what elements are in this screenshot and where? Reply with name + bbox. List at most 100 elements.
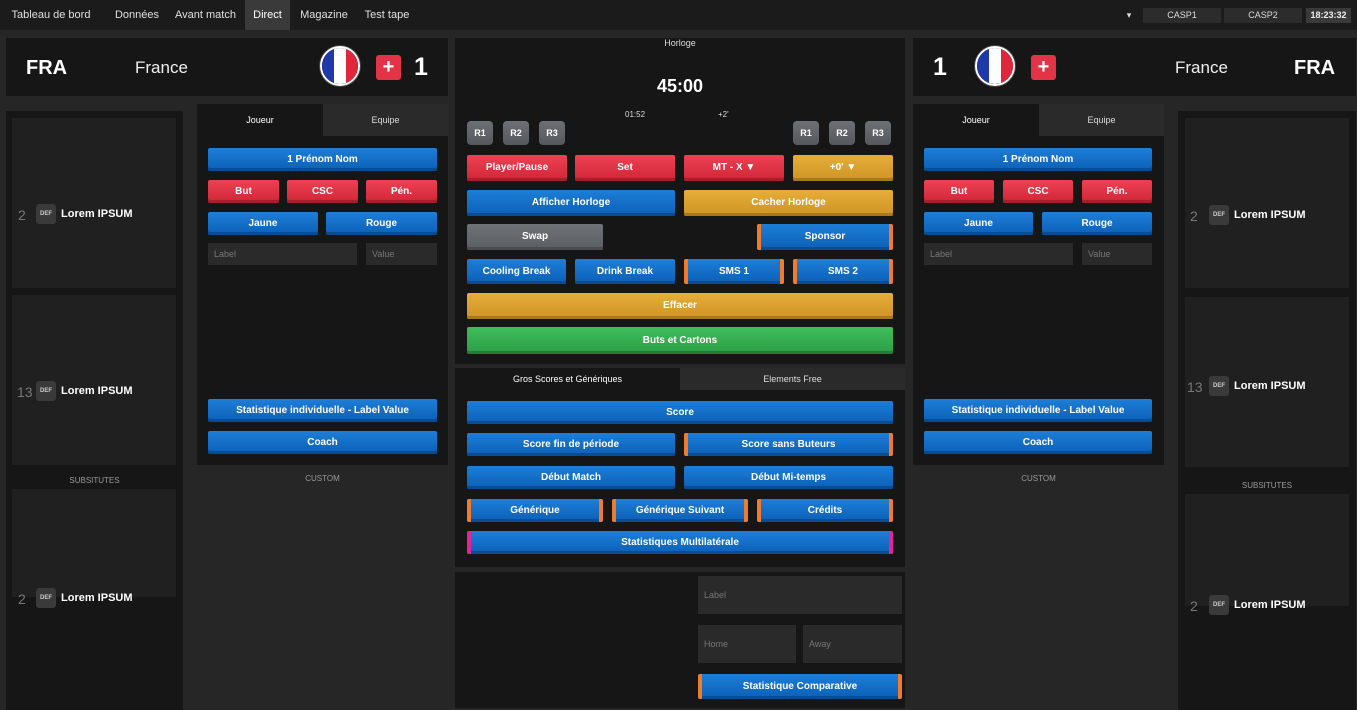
sub-clock: 01:52 bbox=[625, 110, 646, 119]
chevron-down-icon[interactable]: ▾ bbox=[1120, 0, 1138, 30]
tab-donnees[interactable]: Données bbox=[107, 0, 167, 30]
casp1-chip[interactable]: CASP1 bbox=[1143, 8, 1221, 23]
tab-equipe[interactable]: Equipe bbox=[1039, 104, 1164, 136]
away-actions-panel: Joueur Equipe 1 Prénom Nom But CSC Pén. … bbox=[913, 104, 1164, 465]
tab-magazine[interactable]: Magazine bbox=[293, 0, 355, 30]
label-field[interactable] bbox=[208, 243, 357, 265]
individual-stat-button[interactable]: Statistique individuelle - Label Value bbox=[208, 399, 437, 422]
replay-3-button[interactable]: R3 bbox=[539, 121, 565, 145]
penalty-button[interactable]: Pén. bbox=[366, 180, 437, 203]
half-time-dropdown[interactable]: MT - X ▼ bbox=[684, 155, 784, 181]
red-card-button[interactable]: Rouge bbox=[1042, 212, 1152, 235]
position-badge: DEF bbox=[1209, 595, 1229, 615]
replay-1-button[interactable]: R1 bbox=[467, 121, 493, 145]
extra-time-dropdown[interactable]: +0' ▼ bbox=[793, 155, 893, 181]
player-name: Lorem IPSUM bbox=[61, 592, 133, 604]
red-card-button[interactable]: Rouge bbox=[326, 212, 437, 235]
goal-button[interactable]: But bbox=[208, 180, 279, 203]
replay-1-button[interactable]: R1 bbox=[793, 121, 819, 145]
away-value-field[interactable] bbox=[803, 625, 902, 663]
added-time: +2' bbox=[718, 110, 729, 119]
value-field[interactable] bbox=[366, 243, 437, 265]
away-roster: 2 DEF Lorem IPSUM 13 DEF Lorem IPSUM SUB… bbox=[1178, 111, 1356, 710]
replay-2-button[interactable]: R2 bbox=[503, 121, 529, 145]
replay-2-button[interactable]: R2 bbox=[829, 121, 855, 145]
tab-joueur[interactable]: Joueur bbox=[913, 104, 1039, 136]
cooling-break-button[interactable]: Cooling Break bbox=[467, 259, 566, 284]
comparative-stat-button[interactable]: Statistique Comparative bbox=[698, 674, 902, 699]
yellow-card-button[interactable]: Jaune bbox=[924, 212, 1033, 235]
player-select-button[interactable]: 1 Prénom Nom bbox=[924, 148, 1152, 171]
player-card[interactable]: 2 DEF Lorem IPSUM bbox=[12, 489, 176, 608]
home-score-bar: FRA France + 1 bbox=[6, 38, 448, 96]
label-field[interactable] bbox=[924, 243, 1073, 265]
penalty-button[interactable]: Pén. bbox=[1082, 180, 1152, 203]
set-button[interactable]: Set bbox=[575, 155, 675, 181]
away-team-abbr: FRA bbox=[1294, 57, 1336, 79]
half-start-button[interactable]: Début Mi-temps bbox=[684, 466, 893, 489]
sms2-button[interactable]: SMS 2 bbox=[793, 259, 893, 284]
tab-gros-scores[interactable]: Gros Scores et Génériques bbox=[455, 368, 680, 390]
swap-button[interactable]: Swap bbox=[467, 224, 603, 250]
clear-button[interactable]: Effacer bbox=[467, 293, 893, 319]
sponsor-button[interactable]: Sponsor bbox=[757, 224, 893, 250]
show-clock-button[interactable]: Afficher Horloge bbox=[467, 190, 675, 216]
play-pause-button[interactable]: Player/Pause bbox=[467, 155, 567, 181]
away-add-goal-button[interactable]: + bbox=[1031, 55, 1056, 80]
multilateral-stats-button[interactable]: Statistiques Multilatérale bbox=[467, 531, 893, 554]
position-badge: DEF bbox=[1209, 376, 1229, 396]
own-goal-button[interactable]: CSC bbox=[1003, 180, 1073, 203]
score-no-scorers-button[interactable]: Score sans Buteurs bbox=[684, 433, 893, 456]
player-number: 2 bbox=[1190, 598, 1198, 614]
own-goal-button[interactable]: CSC bbox=[287, 180, 358, 203]
home-add-goal-button[interactable]: + bbox=[376, 55, 401, 80]
tab-avant-match[interactable]: Avant match bbox=[168, 0, 243, 30]
replay-3-button[interactable]: R3 bbox=[865, 121, 891, 145]
home-roster: 2 DEF Lorem IPSUM 13 DEF Lorem IPSUM SUB… bbox=[6, 111, 183, 710]
away-team-name: France bbox=[1175, 58, 1228, 77]
drink-break-button[interactable]: Drink Break bbox=[575, 259, 675, 284]
credits-button[interactable]: Crédits bbox=[757, 499, 893, 522]
sms1-button[interactable]: SMS 1 bbox=[684, 259, 784, 284]
position-badge: DEF bbox=[36, 204, 56, 224]
value-field[interactable] bbox=[1082, 243, 1152, 265]
coach-button[interactable]: Coach bbox=[924, 431, 1152, 454]
hide-clock-button[interactable]: Cacher Horloge bbox=[684, 190, 893, 216]
period-end-score-button[interactable]: Score fin de période bbox=[467, 433, 675, 456]
player-card[interactable]: 13 DEF Lorem IPSUM bbox=[1185, 297, 1349, 467]
away-flag-icon bbox=[975, 46, 1015, 86]
individual-stat-button[interactable]: Statistique individuelle - Label Value bbox=[924, 399, 1152, 422]
player-card[interactable]: 2 DEF Lorem IPSUM bbox=[12, 118, 176, 288]
tab-equipe[interactable]: Equipe bbox=[323, 104, 448, 136]
tab-direct[interactable]: Direct bbox=[245, 0, 290, 30]
top-nav: Tableau de bord Données Avant match Dire… bbox=[0, 0, 1357, 30]
goal-button[interactable]: But bbox=[924, 180, 994, 203]
player-name: Lorem IPSUM bbox=[61, 385, 133, 397]
match-clock: 45:00 bbox=[656, 76, 704, 96]
player-name: Lorem IPSUM bbox=[1234, 599, 1306, 611]
away-score: 1 bbox=[933, 53, 947, 81]
custom-label: CUSTOM bbox=[305, 474, 340, 483]
player-card[interactable]: 2 DEF Lorem IPSUM bbox=[1185, 494, 1349, 615]
casp2-chip[interactable]: CASP2 bbox=[1224, 8, 1302, 23]
tab-joueur[interactable]: Joueur bbox=[197, 104, 323, 136]
player-card[interactable]: 2 DEF Lorem IPSUM bbox=[1185, 118, 1349, 288]
position-badge: DEF bbox=[36, 588, 56, 608]
horloge-title: Horloge bbox=[664, 38, 696, 48]
match-start-button[interactable]: Début Match bbox=[467, 466, 675, 489]
tab-elements-free[interactable]: Elements Free bbox=[680, 368, 905, 390]
tab-tableau-de-bord[interactable]: Tableau de bord bbox=[6, 0, 96, 30]
home-value-field[interactable] bbox=[698, 625, 796, 663]
player-number: 2 bbox=[1190, 208, 1198, 224]
player-card[interactable]: 13 DEF Lorem IPSUM bbox=[12, 295, 176, 465]
player-select-button[interactable]: 1 Prénom Nom bbox=[208, 148, 437, 171]
player-number: 13 bbox=[1187, 379, 1203, 395]
goals-cards-button[interactable]: Buts et Cartons bbox=[467, 327, 893, 354]
next-generique-button[interactable]: Générique Suivant bbox=[612, 499, 748, 522]
coach-button[interactable]: Coach bbox=[208, 431, 437, 454]
generique-button[interactable]: Générique bbox=[467, 499, 603, 522]
score-button[interactable]: Score bbox=[467, 401, 893, 424]
comparative-label-field[interactable] bbox=[698, 576, 902, 614]
tab-test-tape[interactable]: Test tape bbox=[358, 0, 416, 30]
yellow-card-button[interactable]: Jaune bbox=[208, 212, 318, 235]
